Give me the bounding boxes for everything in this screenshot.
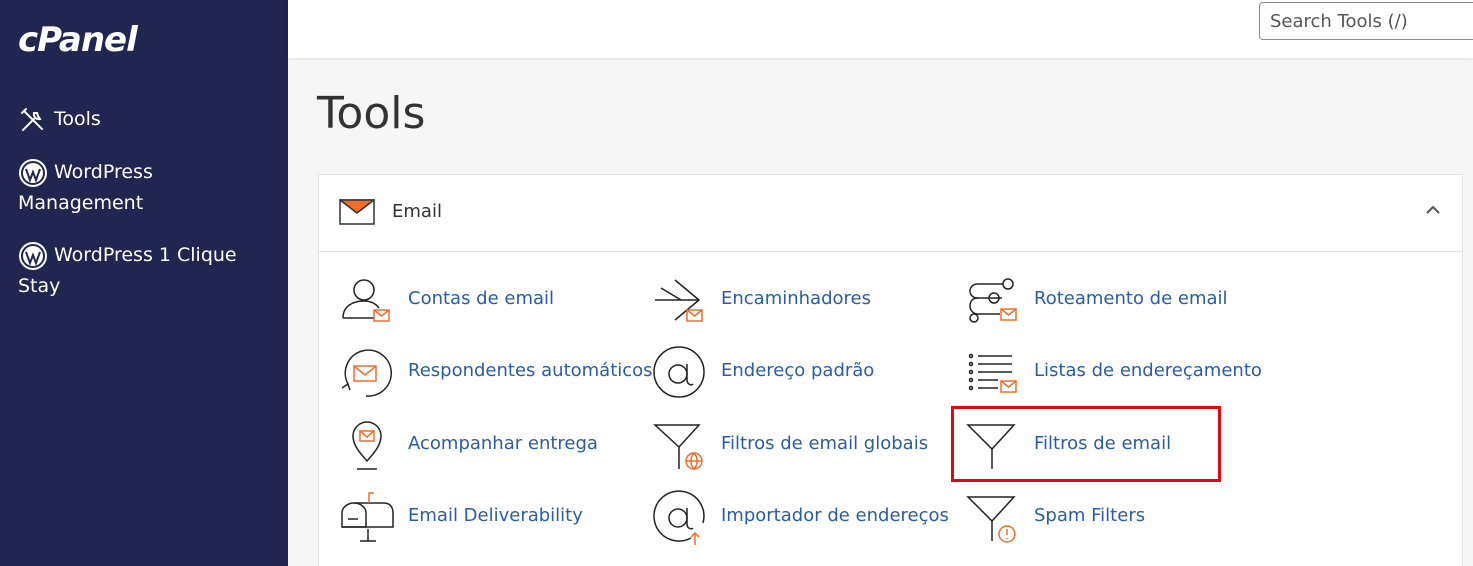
cpanel-logo[interactable]: cPanel [18,20,138,60]
tool-label: Acompanhar entrega [408,433,598,454]
sidebar: cPanel Tools WordPress Management WordPr… [0,0,288,566]
tool-respondentes-automaticos[interactable]: Respondentes automáticos [338,344,653,400]
top-bar [288,0,1473,58]
wordpress-icon [18,158,48,188]
email-section-header[interactable]: Email [319,175,1462,252]
mailing-lists-icon [964,344,1020,400]
section-title: Email [392,201,442,222]
tool-spam-filters[interactable]: Spam Filters [964,489,1264,545]
search-tools-input[interactable] [1259,2,1473,40]
tools-icon [18,105,48,135]
spam-filters-icon [964,489,1020,545]
tool-label: Listas de endereçamento [1034,360,1262,381]
email-accounts-icon [338,272,394,328]
tool-label: Email Deliverability [408,505,583,526]
tool-roteamento-de-email[interactable]: Roteamento de email [964,272,1264,328]
tool-label: Filtros de email globais [721,433,929,454]
page-title: Tools [317,88,426,139]
sidebar-item-wordpress-management[interactable]: WordPress Management [18,157,278,218]
email-routing-icon [964,272,1020,328]
sidebar-item-label: WordPress 1 Clique Stay [18,244,237,297]
envelope-icon [337,199,377,230]
tool-encaminhadores[interactable]: Encaminhadores [651,272,951,328]
tool-label: Respondentes automáticos [408,360,653,381]
address-importer-icon [651,489,707,545]
tool-label: Roteamento de email [1034,288,1228,309]
autoresponders-icon [338,344,394,400]
tool-contas-de-email[interactable]: Contas de email [338,272,638,328]
tool-label: Contas de email [408,288,555,309]
tool-label: Filtros de email [1034,433,1172,454]
at-sign-icon [651,344,707,400]
funnel-icon [964,417,1020,473]
tool-label: Endereço padrão [721,360,875,381]
sidebar-item-label: Tools [54,108,101,130]
tool-label: Spam Filters [1034,505,1146,526]
tool-label: Encaminhadores [721,288,871,309]
sidebar-item-wordpress-1-clique-stay[interactable]: WordPress 1 Clique Stay [18,240,278,301]
tool-email-deliverability[interactable]: Email Deliverability [338,489,638,545]
wordpress-icon [18,241,48,271]
tool-importador-de-enderecos[interactable]: Importador de endereços [651,489,951,545]
forwarders-icon [651,272,707,328]
tool-filtros-de-email[interactable]: Filtros de email [964,417,1264,473]
tool-endereco-padrao[interactable]: Endereço padrão [651,344,951,400]
sidebar-item-tools[interactable]: Tools [18,104,278,135]
map-pin-icon [338,417,394,473]
mailbox-icon [338,489,394,545]
tool-label: Importador de endereços [721,505,949,526]
tool-acompanhar-entrega[interactable]: Acompanhar entrega [338,417,638,473]
tool-listas-de-enderecamento[interactable]: Listas de endereçamento [964,344,1264,400]
chevron-up-icon[interactable] [1424,201,1442,224]
global-email-filters-icon [651,417,707,473]
tool-filtros-de-email-globais[interactable]: Filtros de email globais [651,417,951,473]
